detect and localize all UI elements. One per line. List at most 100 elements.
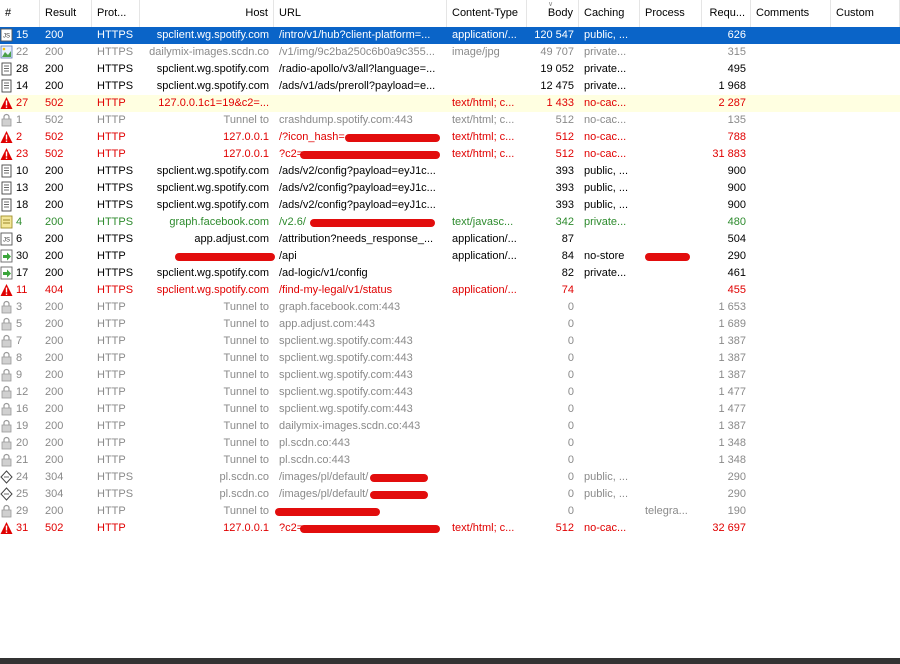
cell-ctype — [447, 384, 527, 401]
table-row[interactable]: 22 200 HTTPS dailymix-images.scdn.co/v1/img… — [0, 44, 900, 61]
cell-url: /find-my-legal/v1/status — [279, 284, 393, 296]
cell-num: 30 — [16, 250, 29, 262]
table-row[interactable]: 31 502 HTTP 127.0.0.1 ?c2= text/html; c... 512… — [0, 520, 900, 537]
table-row[interactable]: JS 15 200 HTTPS spclient.wg.spotify.com/intr… — [0, 27, 900, 44]
table-row[interactable]: 25 304 HTTPS pl.scdn.co/images/pl/default/0… — [0, 486, 900, 503]
cell-ctype — [447, 469, 527, 486]
cell-result: 200 — [45, 29, 64, 41]
sort-indicator-icon: ∨ — [548, 1, 554, 8]
cell-url: /ad-logic/v1/config — [279, 267, 368, 279]
cell-requ: 135 — [727, 114, 746, 126]
table-row[interactable]: 16 200 HTTP Tunnel to spclient.wg.spotify.co… — [0, 401, 900, 418]
cell-num: 24 — [16, 471, 29, 483]
cell-body: 120 547 — [534, 29, 574, 41]
cell-requ: 788 — [727, 131, 746, 143]
table-row[interactable]: JS 6 200 HTTPS app.adjust.com/attribution?ne… — [0, 231, 900, 248]
table-row[interactable]: 21 200 HTTP Tunnel to pl.scdn.co:443 0 1 348 — [0, 452, 900, 469]
column-header-result[interactable]: Result — [40, 0, 92, 27]
table-row[interactable]: 12 200 HTTP Tunnel to spclient.wg.spotify.co… — [0, 384, 900, 401]
cell-caching — [579, 333, 640, 350]
cell-body: 84 — [561, 250, 574, 262]
redaction-mark — [175, 253, 275, 261]
cell-caching: public, ... — [584, 488, 629, 500]
cell-body: 393 — [555, 182, 574, 194]
cell-url: /attribution?needs_response_... — [279, 233, 434, 245]
cell-ctype — [447, 418, 527, 435]
column-header-process[interactable]: Process — [640, 0, 702, 27]
table-row[interactable]: 5 200 HTTP Tunnel to app.adjust.com:443 0 1 68… — [0, 316, 900, 333]
cell-num: 6 — [16, 233, 23, 245]
column-header-comments[interactable]: Comments — [751, 0, 831, 27]
column-header-protocol[interactable]: Prot... — [92, 0, 140, 27]
cell-process — [640, 435, 702, 452]
cell-url: spclient.wg.spotify.com:443 — [279, 335, 413, 347]
column-header-custom[interactable]: Custom — [831, 0, 900, 27]
table-row[interactable]: 17 200 HTTPS spclient.wg.spotify.com/ad-log… — [0, 265, 900, 282]
cell-body: 0 — [567, 471, 574, 483]
column-header-num[interactable]: # — [0, 0, 40, 27]
cell-host: spclient.wg.spotify.com — [156, 165, 269, 177]
cell-url: spclient.wg.spotify.com:443 — [279, 403, 413, 415]
cell-result: 200 — [45, 335, 64, 347]
table-row[interactable]: 11 404 HTTPS spclient.wg.spotify.com/find-m… — [0, 282, 900, 299]
redaction-mark — [300, 151, 440, 159]
cell-protocol: HTTPS — [97, 199, 134, 211]
cell-protocol: HTTPS — [97, 29, 134, 41]
column-header-ctype[interactable]: Content-Type — [447, 0, 527, 27]
cell-host: spclient.wg.spotify.com — [156, 182, 269, 194]
column-header-requ[interactable]: Requ... — [702, 0, 751, 27]
table-row[interactable]: 20 200 HTTP Tunnel to pl.scdn.co:443 0 1 348 — [0, 435, 900, 452]
table-row[interactable]: 24 304 HTTPS pl.scdn.co/images/pl/default/0… — [0, 469, 900, 486]
table-row[interactable]: 3 200 HTTP Tunnel to graph.facebook.com:443 0… — [0, 299, 900, 316]
table-row[interactable]: 2 502 HTTP 127.0.0.1/?icon_hash= text/html; … — [0, 129, 900, 146]
cell-url: /ads/v1/ads/preroll?payload=e... — [279, 80, 436, 92]
cell-num: 25 — [16, 488, 29, 500]
cell-host: spclient.wg.spotify.com — [156, 29, 269, 41]
table-row[interactable]: 27 502 HTTP 127.0.0.1c1=19&c2=... text/html;… — [0, 95, 900, 112]
table-row[interactable]: 13 200 HTTPS spclient.wg.spotify.com/ads/v2… — [0, 180, 900, 197]
column-header-host[interactable]: Host — [140, 0, 274, 27]
cell-protocol: HTTP — [97, 522, 126, 534]
column-header-caching[interactable]: Caching — [579, 0, 640, 27]
cell-num: 17 — [16, 267, 29, 279]
column-header-url[interactable]: URL — [274, 0, 447, 27]
table-row[interactable]: 8 200 HTTP Tunnel to spclient.wg.spotify.com… — [0, 350, 900, 367]
redaction-mark — [370, 474, 428, 482]
table-row[interactable]: 1 502 HTTP Tunnel to crashdump.spotify.com:4… — [0, 112, 900, 129]
table-row[interactable]: 10 200 HTTPS spclient.wg.spotify.com/ads/v2… — [0, 163, 900, 180]
cell-host: 127.0.0.1 — [223, 522, 269, 534]
table-row[interactable]: 18 200 HTTPS spclient.wg.spotify.com/ads/v2… — [0, 197, 900, 214]
cell-ctype: application/... — [452, 29, 517, 41]
cell-caching — [579, 231, 640, 248]
table-row[interactable]: 28 200 HTTPS spclient.wg.spotify.com/radio-… — [0, 61, 900, 78]
cell-process — [640, 163, 702, 180]
cell-protocol: HTTPS — [97, 80, 134, 92]
cell-ctype — [447, 350, 527, 367]
cell-process — [640, 333, 702, 350]
redaction-mark — [345, 134, 440, 142]
table-row[interactable]: 14 200 HTTPS spclient.wg.spotify.com/ads/v1… — [0, 78, 900, 95]
cell-body: 0 — [567, 352, 574, 364]
cell-protocol: HTTP — [97, 437, 126, 449]
cell-host: spclient.wg.spotify.com — [156, 267, 269, 279]
cell-url: pl.scdn.co:443 — [279, 454, 350, 466]
cell-ctype: text/html; c... — [452, 97, 515, 109]
cell-num: 9 — [16, 369, 23, 381]
cell-num: 21 — [16, 454, 29, 466]
table-row[interactable]: 30 200 HTTP/api application/... 84 no-store 29… — [0, 248, 900, 265]
cell-requ: 290 — [727, 250, 746, 262]
table-row[interactable]: 9 200 HTTP Tunnel to spclient.wg.spotify.com… — [0, 367, 900, 384]
cell-caching: private... — [584, 80, 627, 92]
cell-caching — [579, 350, 640, 367]
cell-result: 502 — [45, 114, 64, 126]
table-row[interactable]: 19 200 HTTP Tunnel to dailymix-images.scdn.c… — [0, 418, 900, 435]
cell-host: Tunnel to — [223, 301, 269, 313]
table-row[interactable]: 7 200 HTTP Tunnel to spclient.wg.spotify.com… — [0, 333, 900, 350]
table-row[interactable]: 29 200 HTTP Tunnel to 0 telegra... 190 — [0, 503, 900, 520]
cell-result: 200 — [45, 267, 64, 279]
table-row[interactable]: 23 502 HTTP 127.0.0.1 ?c2= text/html; c... 512… — [0, 146, 900, 163]
table-row[interactable]: 4 200 HTTPS graph.facebook.com/v2.6/text/ja… — [0, 214, 900, 231]
cell-host: spclient.wg.spotify.com — [156, 80, 269, 92]
cell-process — [640, 78, 702, 95]
cell-protocol: HTTPS — [97, 216, 134, 228]
